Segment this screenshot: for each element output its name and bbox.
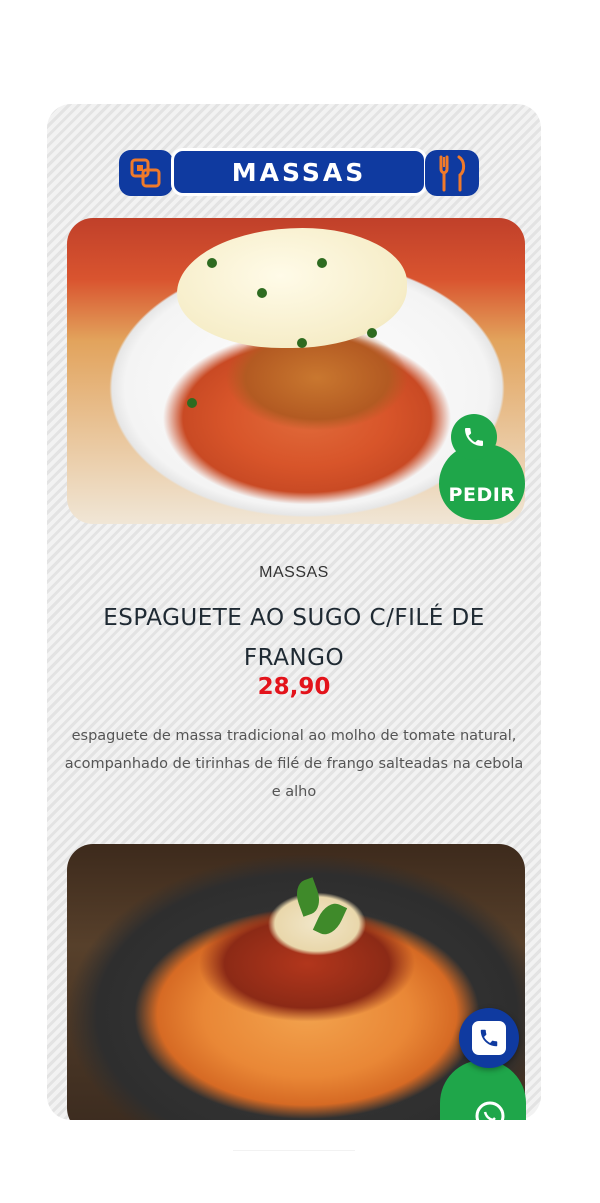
product-title: ESPAGUETE AO SUGO C/FILÉ DE FRANGO — [103, 605, 485, 671]
divider — [233, 1150, 355, 1151]
whatsapp-icon — [472, 1098, 508, 1120]
product-description: espaguete de massa tradicional ao molho … — [64, 728, 524, 800]
phone-icon — [472, 1021, 506, 1055]
basil-leaf — [291, 877, 325, 917]
herb — [367, 328, 377, 338]
floating-call-button[interactable] — [459, 1008, 519, 1068]
product-category: MASSAS — [259, 564, 329, 581]
category-title: MASSAS — [171, 148, 427, 196]
herb — [317, 258, 327, 268]
category-header: MASSAS — [119, 148, 479, 198]
page: MASSAS PEDIR MASSAS ESPAGUETE AO SUGO C/… — [0, 0, 600, 1203]
menu-card: MASSAS PEDIR MASSAS ESPAGUETE AO SUGO C/… — [47, 104, 541, 1120]
herb — [187, 398, 197, 408]
herb — [297, 338, 307, 348]
herb — [257, 288, 267, 298]
phone-icon — [451, 414, 497, 460]
herb — [207, 258, 217, 268]
order-button[interactable]: PEDIR — [439, 414, 527, 522]
product-price: 28,90 — [257, 674, 331, 700]
fork-knife-icon — [425, 150, 479, 196]
menu-squares-icon — [119, 150, 173, 196]
